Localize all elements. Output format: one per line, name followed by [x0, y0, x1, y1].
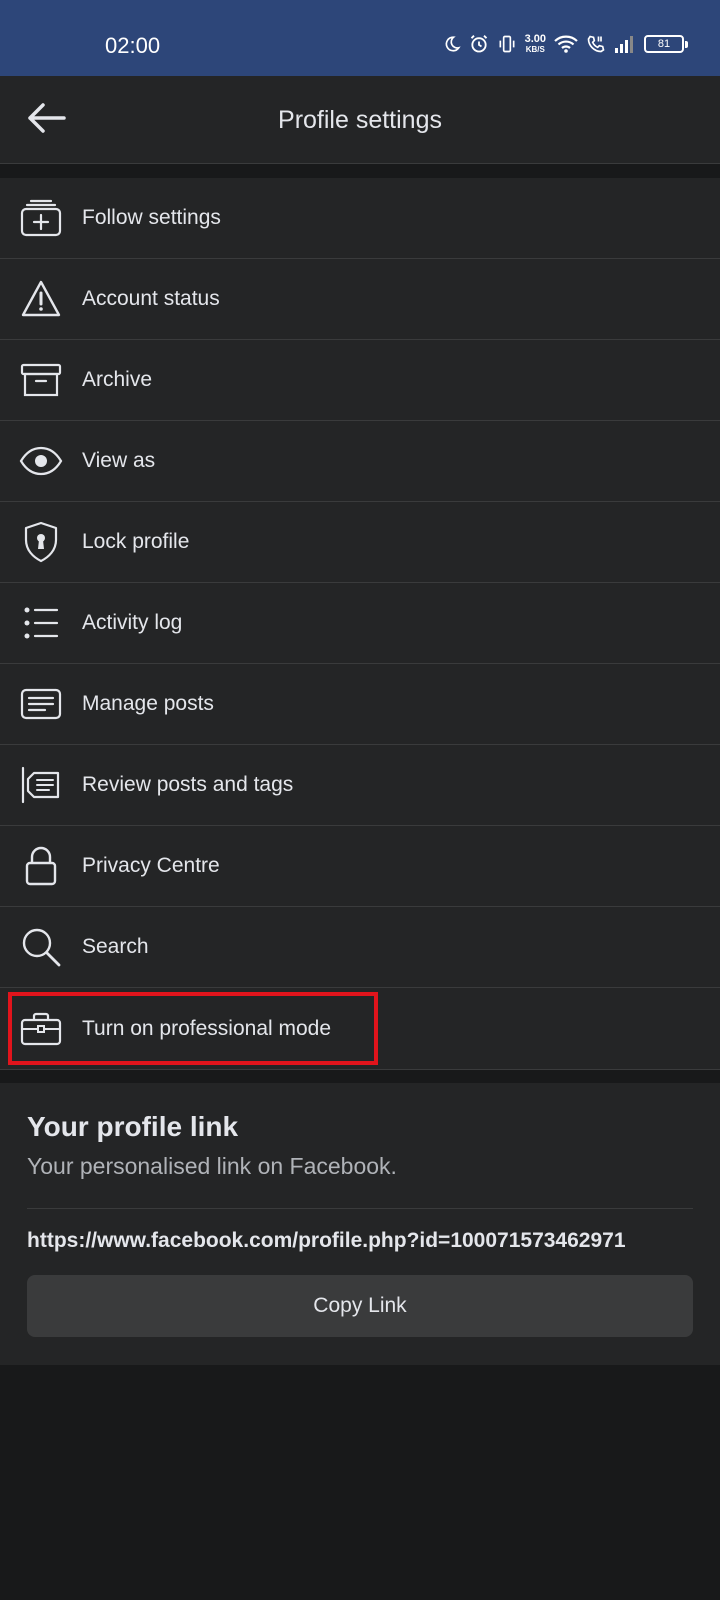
section-gap	[0, 164, 720, 178]
profile-link-subtitle: Your personalised link on Facebook.	[27, 1153, 397, 1179]
posts-icon	[0, 664, 82, 745]
page-title: Profile settings	[278, 105, 442, 134]
menu-item-activity-log[interactable]: Activity log	[0, 583, 720, 664]
profile-link-title: Your profile link	[27, 1111, 239, 1142]
section-gap	[0, 1069, 720, 1083]
review-tags-icon	[0, 745, 82, 826]
moon-icon	[443, 35, 461, 53]
profile-url[interactable]: https://www.facebook.com/profile.php?id=…	[27, 1229, 693, 1253]
shield-lock-icon	[0, 502, 82, 583]
wifi-icon	[554, 34, 578, 54]
menu-label: Follow settings	[82, 206, 221, 229]
menu-label: Activity log	[82, 611, 183, 634]
app-header: Profile settings	[0, 76, 720, 164]
lock-icon	[0, 826, 82, 907]
divider	[27, 1208, 693, 1209]
network-speed: 3.00 KB/S	[524, 33, 546, 55]
signal-icon	[614, 34, 636, 54]
battery-icon: 81	[644, 35, 688, 53]
settings-menu: Follow settings Account status Archive V…	[0, 178, 720, 1069]
menu-label: Turn on professional mode	[82, 1016, 332, 1040]
list-icon	[0, 583, 82, 664]
menu-label: Review posts and tags	[82, 773, 294, 796]
copy-link-button[interactable]: Copy Link	[27, 1275, 693, 1337]
menu-label: Archive	[82, 368, 153, 391]
briefcase-icon	[0, 988, 82, 1069]
archive-icon	[0, 340, 82, 421]
menu-label: View as	[82, 449, 156, 472]
menu-label: Privacy Centre	[82, 854, 220, 877]
menu-item-privacy-centre[interactable]: Privacy Centre	[0, 826, 720, 907]
menu-item-account-status[interactable]: Account status	[0, 259, 720, 340]
menu-item-lock-profile[interactable]: Lock profile	[0, 502, 720, 583]
empty-area	[0, 1365, 720, 1600]
status-icons: 3.00 KB/S 81	[443, 30, 688, 58]
menu-item-archive[interactable]: Archive	[0, 340, 720, 421]
menu-item-review-posts-and-tags[interactable]: Review posts and tags	[0, 745, 720, 826]
menu-item-follow-settings[interactable]: Follow settings	[0, 178, 720, 259]
speed-unit: KB/S	[525, 45, 545, 54]
profile-link-card: Your profile link Your personalised link…	[0, 1083, 720, 1365]
speed-value: 3.00	[524, 33, 546, 45]
status-bar: 02:00 3.00 KB/S 81	[0, 0, 720, 76]
menu-label: Manage posts	[82, 692, 214, 715]
follow-settings-icon	[0, 178, 82, 259]
menu-item-professional-mode[interactable]: Turn on professional mode	[0, 988, 720, 1069]
search-icon	[0, 907, 82, 988]
vibrate-icon	[497, 34, 517, 54]
menu-item-view-as[interactable]: View as	[0, 421, 720, 502]
warning-icon	[0, 259, 82, 340]
menu-label: Search	[82, 935, 149, 958]
menu-item-manage-posts[interactable]: Manage posts	[0, 664, 720, 745]
volte-call-icon	[586, 34, 606, 54]
status-time: 02:00	[105, 33, 161, 58]
menu-label: Lock profile	[82, 530, 190, 553]
alarm-icon	[469, 34, 489, 54]
eye-icon	[0, 421, 82, 502]
menu-label: Account status	[82, 287, 220, 310]
menu-item-search[interactable]: Search	[0, 907, 720, 988]
